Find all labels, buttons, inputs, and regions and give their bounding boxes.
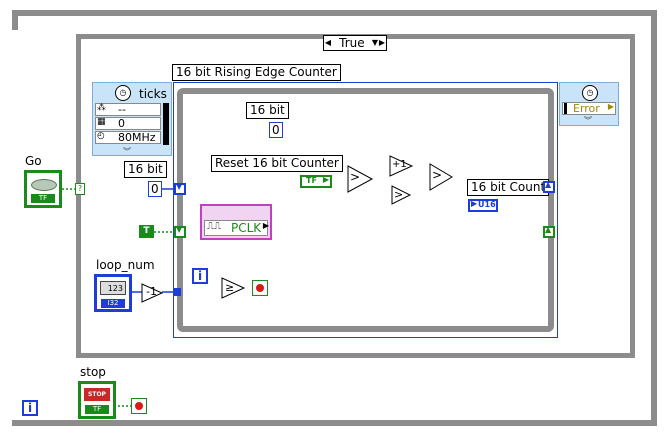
iteration-terminal[interactable]: i [192,268,208,284]
stop-control[interactable]: STOP TF [78,381,116,419]
shift-register-right-bool[interactable]: ▲ [543,225,555,238]
timed-loop-stop-terminal[interactable] [252,280,268,296]
true-constant[interactable]: T [139,225,154,238]
while-loop-stop-terminal[interactable] [131,398,147,414]
while-loop-iteration-terminal[interactable]: i [22,400,38,416]
loop-num-label: loop_num [96,258,155,272]
io-node-label: PCLK [231,221,262,235]
shift-register-right-bool-icon: ▲ [545,225,552,234]
io-node-pclk[interactable]: ⎍⎍ PCLK ▶ [200,204,272,240]
true-constant-value: T [143,226,150,236]
loop-num-numeric-icon: 123 [100,281,126,295]
shift-register-right-icon: ▲ [545,180,552,189]
while-loop-iteration-glyph: i [27,401,33,415]
io-node-item: ⎍⎍ PCLK [204,220,268,236]
count-label: 16 bit Count [467,179,550,196]
stop-label: stop [80,365,106,379]
count-indicator-type: U16 [478,200,496,209]
loop-num-type-badge: I32 [101,299,125,308]
while-stop-red-dot-icon [135,402,143,410]
count-indicator[interactable]: ▶ U16 [468,199,498,212]
stop-red-dot-icon [256,284,264,292]
io-pulse-icon: ⎍⎍ [207,221,221,232]
stop-button-icon: STOP [84,388,110,401]
shift-register-right[interactable]: ▲ [543,180,555,193]
stop-type-badge: TF [85,405,109,414]
count-indicator-arrow-icon: ▶ [471,199,478,208]
iteration-terminal-glyph: i [197,269,203,283]
loop-num-tunnel[interactable] [173,288,181,296]
io-node-arrow-icon: ▶ [262,221,269,230]
increment-node[interactable]: +1 [392,159,407,170]
loop-num-control[interactable]: 123 I32 [94,274,132,312]
